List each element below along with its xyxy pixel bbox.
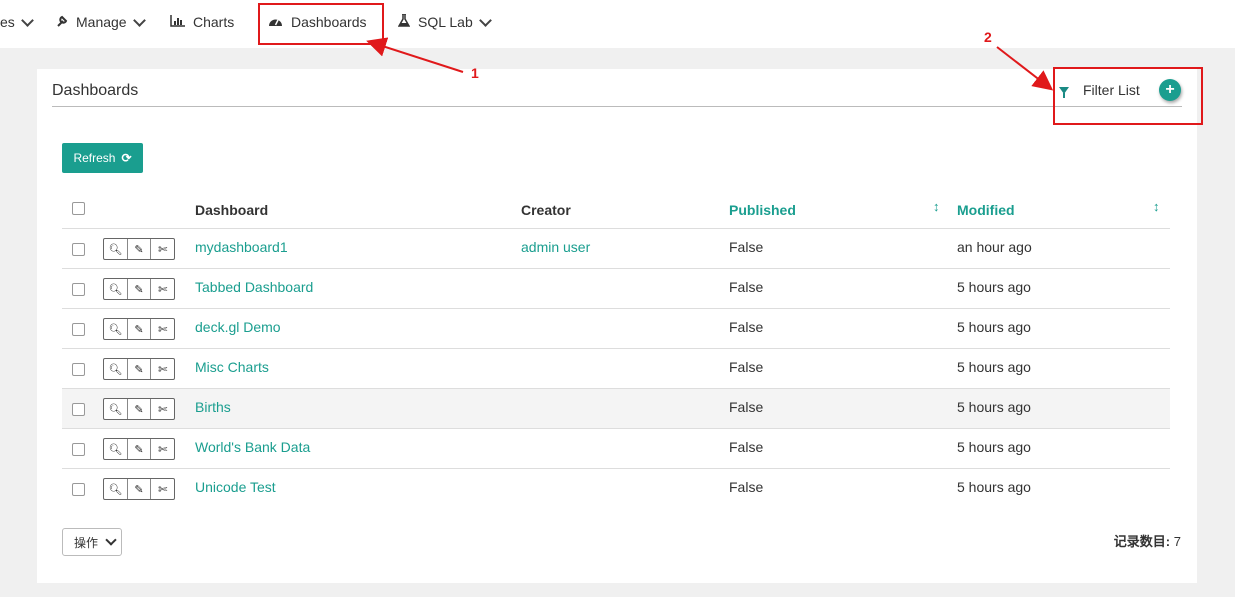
annotation-arrows <box>366 37 1054 91</box>
